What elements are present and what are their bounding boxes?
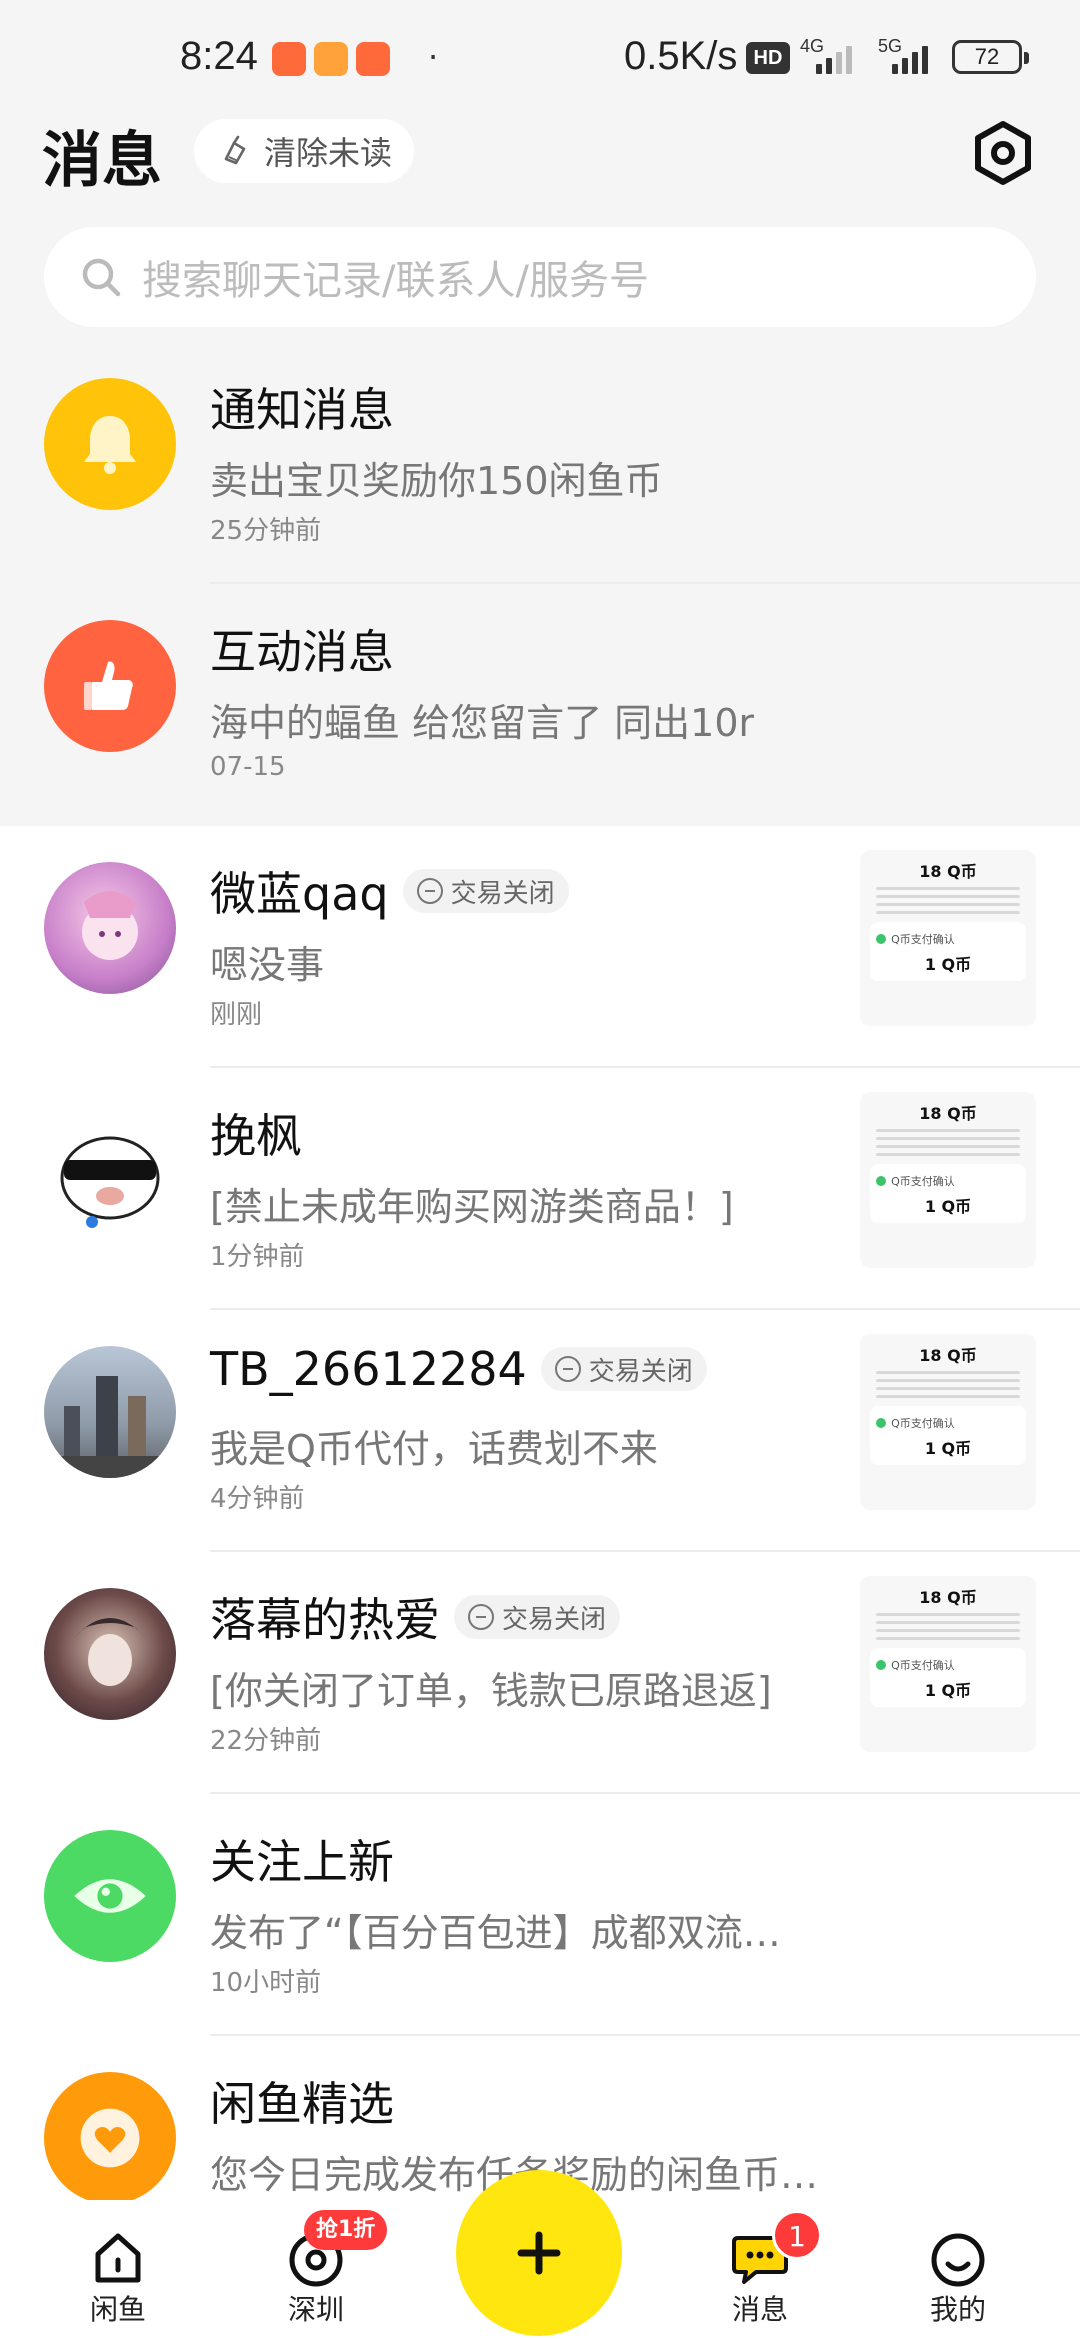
list-item-chat[interactable]: 挽枫 [禁止未成年购买网游类商品！] 1分钟前 18 Q币 Q币支付确认 1 Q币	[0, 1068, 1080, 1310]
message-time: 07-15	[210, 752, 286, 782]
product-thumbnail[interactable]: 18 Q币 Q币支付确认 1 Q币	[860, 1576, 1036, 1752]
tab-label: 我的	[929, 2293, 986, 2326]
profile-icon	[931, 2233, 985, 2287]
conversation-name: 落幕的热爱	[210, 1593, 440, 1647]
signal-icon-1	[816, 44, 852, 74]
conversation-name: 互动消息	[210, 625, 394, 679]
status-badge: 交易关闭	[402, 869, 569, 913]
list-item-chat[interactable]: 微蓝qaq 交易关闭 嗯没事 刚刚 18 Q币 Q币支付确认 1 Q币	[0, 826, 1080, 1068]
status-badge: 交易关闭	[540, 1347, 707, 1391]
page-title: 消息	[42, 126, 162, 196]
eye-icon	[44, 1830, 176, 1962]
tab-home[interactable]: 闲鱼	[58, 2226, 178, 2328]
battery-icon: 72	[952, 40, 1029, 74]
minus-circle-icon	[468, 1604, 494, 1630]
search-icon	[82, 258, 121, 297]
home-icon	[95, 2233, 141, 2283]
message-time: 22分钟前	[210, 1726, 322, 1756]
message-preview: [禁止未成年购买网游类商品！]	[210, 1185, 734, 1229]
clear-unread-button[interactable]: 清除未读	[194, 119, 414, 183]
status-time: 8:24	[180, 34, 258, 78]
search-placeholder: 搜索聊天记录/联系人/服务号	[142, 258, 649, 304]
status-dot: ·	[428, 38, 439, 76]
conversation-name: 关注上新	[210, 1835, 394, 1889]
list-item-chat[interactable]: TB_26612284 交易关闭 我是Q币代付，话费划不来 4分钟前 18 Q币…	[0, 1310, 1080, 1552]
list-item-interactions[interactable]: 互动消息 海中的蝠鱼 给您留言了 同出10r 07-15	[0, 584, 1080, 826]
network-speed: 0.5K/s	[624, 34, 738, 78]
notes-app-icon	[314, 42, 348, 76]
conversation-name: 通知消息	[210, 383, 394, 437]
list-item-notifications[interactable]: 通知消息 卖出宝贝奖励你150闲鱼币 25分钟前	[0, 342, 1080, 584]
status-bar: 8:24 · 0.5K/s HD 4G 5G 72	[0, 0, 1080, 118]
video-app-icon	[272, 42, 306, 76]
sports-app-icon	[356, 42, 390, 76]
post-button[interactable]	[456, 2170, 622, 2336]
message-time: 4分钟前	[210, 1484, 305, 1514]
message-preview: [你关闭了订单，钱款已原路退返]	[210, 1669, 772, 1713]
conversation-name: 微蓝qaq	[210, 867, 389, 921]
avatar	[44, 1104, 176, 1236]
signal-icon-2	[892, 44, 928, 74]
message-preview: 海中的蝠鱼 给您留言了 同出10r	[210, 701, 755, 745]
conversation-name: 闲鱼精选	[210, 2077, 394, 2131]
heart-icon	[44, 2072, 176, 2204]
product-thumbnail[interactable]: 18 Q币 Q币支付确认 1 Q币	[860, 850, 1036, 1026]
product-thumbnail[interactable]: 18 Q币 Q币支付确认 1 Q币	[860, 1092, 1036, 1268]
message-preview: 我是Q币代付，话费划不来	[210, 1427, 658, 1471]
minus-circle-icon	[416, 878, 443, 904]
unread-count-badge: 1	[772, 2210, 822, 2260]
avatar	[44, 1588, 176, 1720]
message-time: 1分钟前	[210, 1242, 305, 1272]
tab-label: 消息	[731, 2293, 788, 2326]
search-bar[interactable]: 搜索聊天记录/联系人/服务号	[44, 227, 1036, 327]
tab-label: 深圳	[287, 2293, 344, 2326]
message-preview: 卖出宝贝奖励你150闲鱼币	[210, 459, 663, 503]
list-item-chat[interactable]: 落幕的热爱 交易关闭 [你关闭了订单，钱款已原路退返] 22分钟前 18 Q币 …	[0, 1552, 1080, 1794]
status-badge: 交易关闭	[454, 1595, 621, 1639]
product-thumbnail[interactable]: 18 Q币 Q币支付确认 1 Q币	[860, 1334, 1036, 1510]
tab-profile[interactable]: 我的	[898, 2226, 1018, 2328]
clear-unread-label: 清除未读	[264, 134, 393, 172]
conversation-name: 挽枫	[210, 1109, 302, 1163]
avatar	[44, 862, 176, 994]
message-time: 刚刚	[210, 1000, 263, 1030]
minus-circle-icon	[554, 1356, 581, 1382]
tab-label: 闲鱼	[89, 2293, 146, 2326]
settings-icon[interactable]	[968, 118, 1038, 188]
avatar	[44, 1346, 176, 1478]
plus-icon	[517, 2231, 561, 2275]
promo-badge: 抢1折	[304, 2210, 388, 2250]
message-time: 25分钟前	[210, 516, 322, 546]
broom-icon	[224, 135, 246, 165]
thumbs-up-icon	[44, 620, 176, 752]
hd-voice-icon: HD	[746, 42, 790, 74]
conversation-name: TB_26612284	[210, 1342, 527, 1396]
message-preview: 嗯没事	[210, 943, 325, 987]
message-time: 10小时前	[210, 1968, 322, 1998]
message-preview: 发布了“【百分百包进】成都双流…	[210, 1911, 781, 1955]
bell-icon	[44, 378, 176, 510]
list-item-following[interactable]: 关注上新 发布了“【百分百包进】成都双流… 10小时前	[0, 1794, 1080, 2036]
